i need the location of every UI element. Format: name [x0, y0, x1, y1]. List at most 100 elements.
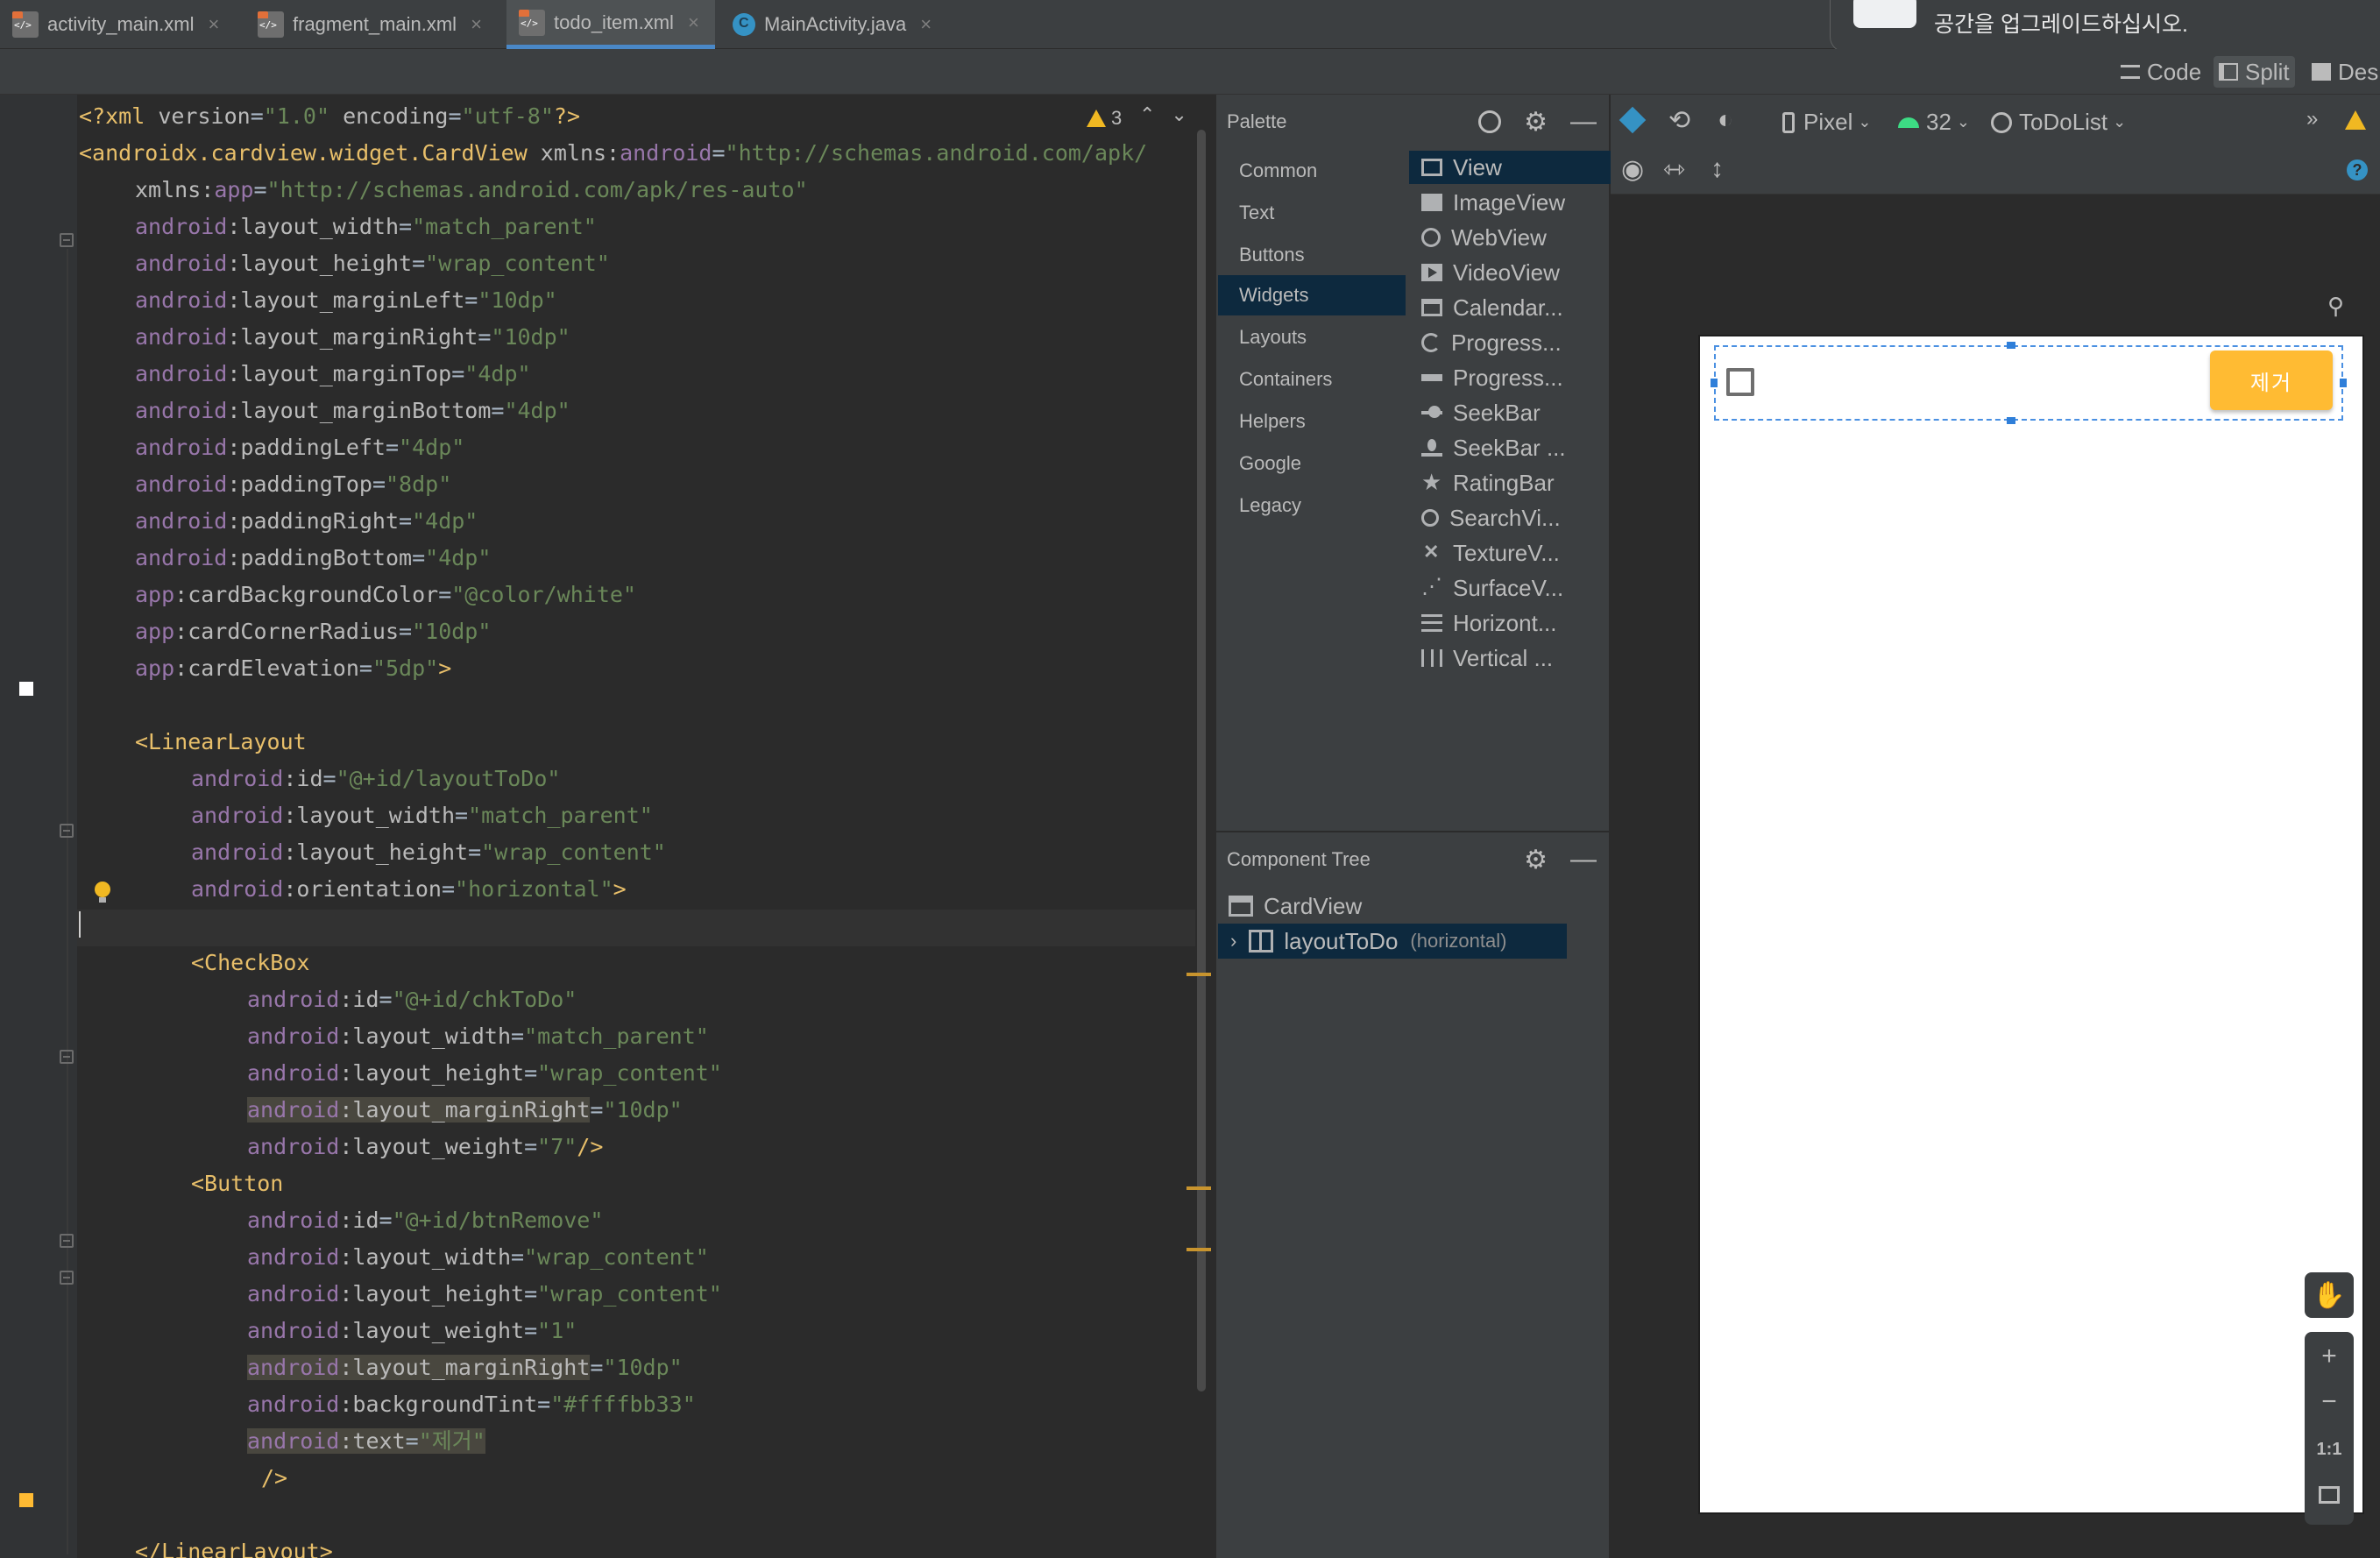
- pan-mode-button[interactable]: ✋: [2305, 1272, 2354, 1318]
- api-label: 32: [1926, 109, 1951, 135]
- vertical-constraint-button[interactable]: ↕: [1711, 154, 1724, 184]
- close-tab-icon[interactable]: ×: [471, 13, 482, 36]
- remove-button[interactable]: 제거: [2210, 351, 2333, 410]
- palette-category-google[interactable]: Google: [1218, 443, 1406, 484]
- tab-activity-main[interactable]: activity_main.xml ×: [12, 0, 219, 49]
- palette-item-progressbar-horizontal[interactable]: Progress...: [1409, 361, 1611, 394]
- view-icon: [1421, 159, 1442, 176]
- notification-popup[interactable]: 공간을 업그레이드하십시오.: [1830, 0, 2380, 53]
- editor-scrollbar-thumb[interactable]: [1197, 130, 1206, 1392]
- design-surface-toggle[interactable]: [1619, 106, 1647, 134]
- gear-icon[interactable]: ⚙: [1524, 845, 1548, 875]
- tab-todo-item[interactable]: todo_item.xml ×: [506, 0, 715, 49]
- palette-item-seekbar-discrete[interactable]: SeekBar ...: [1409, 431, 1611, 464]
- design-mode-button[interactable]: Des: [2306, 56, 2380, 88]
- fold-marker[interactable]: [60, 1050, 74, 1064]
- tab-label: MainActivity.java: [764, 13, 907, 35]
- resize-handle[interactable]: [2340, 379, 2347, 387]
- split-mode-button[interactable]: Split: [2214, 56, 2295, 88]
- minimize-icon[interactable]: —: [1570, 845, 1597, 875]
- overflow-button[interactable]: »: [2306, 107, 2318, 131]
- search-icon[interactable]: [1478, 110, 1502, 133]
- palette-category-text[interactable]: Text: [1218, 193, 1406, 233]
- palette-header-actions: ⚙ —: [1478, 107, 1597, 138]
- close-tab-icon[interactable]: ×: [688, 11, 699, 34]
- fold-marker[interactable]: [60, 233, 74, 247]
- device-preview[interactable]: 제거: [1698, 335, 2364, 1514]
- fold-marker[interactable]: [60, 1234, 74, 1248]
- tree-node-hint: (horizontal): [1410, 930, 1507, 952]
- tab-fragment-main[interactable]: fragment_main.xml ×: [258, 0, 482, 49]
- night-mode-toggle[interactable]: ◐: [1718, 105, 1733, 135]
- zoom-in-button[interactable]: +: [2305, 1334, 2354, 1379]
- close-tab-icon[interactable]: ×: [208, 13, 219, 36]
- palette-item-videoview[interactable]: VideoView: [1409, 256, 1611, 289]
- palette-item-surfaceview[interactable]: SurfaceV...: [1409, 571, 1611, 605]
- palette-item-calendarview[interactable]: Calendar...: [1409, 291, 1611, 324]
- pin-button[interactable]: ⚲: [2327, 293, 2344, 320]
- chevron-right-icon[interactable]: ›: [1230, 930, 1236, 953]
- fold-marker[interactable]: [60, 824, 74, 838]
- component-tree-panel: Component Tree ⚙ — CardView › layoutToDo…: [1215, 831, 1609, 1558]
- code-mode-button[interactable]: Code: [2115, 56, 2206, 88]
- view-options-button[interactable]: ◉: [1621, 154, 1644, 185]
- palette-item-vertical-divider[interactable]: Vertical ...: [1409, 641, 1611, 675]
- zoom-out-button[interactable]: −: [2305, 1379, 2354, 1425]
- device-selector[interactable]: Pixel ⌄: [1782, 109, 1871, 136]
- palette-item-searchview[interactable]: SearchVi...: [1409, 501, 1611, 535]
- warning-icon: [1087, 110, 1106, 127]
- zoom-to-fit-button[interactable]: [2305, 1472, 2354, 1518]
- palette-item-imageview[interactable]: ImageView: [1409, 186, 1611, 219]
- palette-item-progressbar-circular[interactable]: Progress...: [1409, 326, 1611, 359]
- palette-item-label: SeekBar: [1453, 399, 1541, 426]
- warning-stripe[interactable]: [1186, 1186, 1211, 1190]
- minimize-icon[interactable]: —: [1570, 107, 1597, 138]
- palette-item-seekbar[interactable]: SeekBar: [1409, 396, 1611, 429]
- close-tab-icon[interactable]: ×: [920, 13, 931, 36]
- tint-color-swatch-icon[interactable]: [19, 1493, 33, 1507]
- warning-navigation[interactable]: ⌃⌄: [1139, 103, 1203, 126]
- palette-item-webview[interactable]: WebView: [1409, 221, 1611, 254]
- pan-horizontal-button[interactable]: ⇿: [1663, 154, 1685, 185]
- palette-category-legacy[interactable]: Legacy: [1218, 485, 1406, 526]
- code-line: android:text="제거": [247, 1428, 485, 1454]
- tab-main-activity[interactable]: MainActivity.java ×: [733, 0, 931, 49]
- resize-handle[interactable]: [2007, 342, 2015, 349]
- theme-selector[interactable]: ToDoList ⌄: [1991, 109, 2126, 136]
- tree-node-cardview[interactable]: CardView: [1229, 889, 1362, 924]
- fold-marker[interactable]: [60, 1271, 74, 1285]
- palette-category-widgets[interactable]: Widgets: [1218, 275, 1406, 315]
- api-selector[interactable]: 32 ⌄: [1898, 109, 1970, 136]
- image-icon: [1421, 194, 1442, 211]
- palette-item-ratingbar[interactable]: RatingBar: [1409, 466, 1611, 499]
- palette-category-containers[interactable]: Containers: [1218, 359, 1406, 400]
- gear-icon[interactable]: ⚙: [1524, 107, 1548, 138]
- code-line: android:paddingRight="4dp": [135, 508, 478, 534]
- palette-item-textureview[interactable]: TextureV...: [1409, 536, 1611, 570]
- code-line: <CheckBox: [191, 950, 310, 975]
- palette-item-label: SearchVi...: [1449, 504, 1561, 531]
- palette-category-buttons[interactable]: Buttons: [1218, 235, 1406, 275]
- design-mode-label: Des: [2338, 58, 2379, 85]
- text-caret: [79, 911, 81, 938]
- palette-category-common[interactable]: Common: [1218, 151, 1406, 191]
- code-editor[interactable]: 3 ⌃⌄ <?xml version="1.0" encoding="utf-8…: [0, 95, 1213, 1558]
- notification-app-icon: [1853, 0, 1916, 28]
- palette-category-layouts[interactable]: Layouts: [1218, 317, 1406, 358]
- inspection-warnings[interactable]: 3: [1087, 107, 1122, 130]
- help-button[interactable]: ?: [2347, 159, 2368, 181]
- white-color-swatch-icon[interactable]: [19, 682, 33, 696]
- design-warning-button[interactable]: [2345, 110, 2366, 130]
- palette-category-helpers[interactable]: Helpers: [1218, 401, 1406, 442]
- zoom-actual-size-button[interactable]: 1:1: [2305, 1427, 2354, 1472]
- palette-item-view[interactable]: View: [1409, 151, 1611, 184]
- todo-checkbox[interactable]: [1726, 368, 1754, 396]
- resize-handle[interactable]: [2007, 417, 2015, 424]
- resize-handle[interactable]: [1711, 379, 1718, 387]
- orientation-toggle[interactable]: ⟲: [1668, 105, 1690, 136]
- warning-stripe[interactable]: [1186, 1248, 1211, 1251]
- palette-item-horizontal-divider[interactable]: Horizont...: [1409, 606, 1611, 640]
- tree-node-layouttodo[interactable]: › layoutToDo (horizontal): [1218, 924, 1567, 959]
- warning-stripe[interactable]: [1186, 973, 1211, 976]
- video-icon: [1421, 264, 1442, 281]
